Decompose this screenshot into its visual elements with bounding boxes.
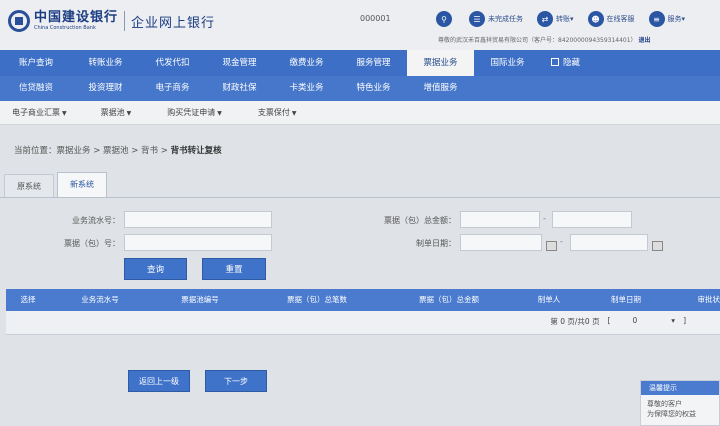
back-button[interactable]: 返回上一级 (128, 370, 190, 392)
bill-no-label: 票据（包）号： (64, 239, 120, 248)
checkbox-icon (551, 58, 559, 66)
serial-label: 业务流水号： (72, 216, 120, 225)
next-button[interactable]: 下一步 (205, 370, 267, 392)
amount-min-input[interactable] (460, 211, 540, 228)
date-end-input[interactable] (570, 234, 648, 251)
chevron-down-icon: ▾ (681, 15, 686, 23)
page-info: 第 0 页/共0 页 (550, 317, 600, 326)
tool-transfer[interactable]: ⇄ 转账 ▾ (537, 11, 574, 27)
col-select: 选择 (20, 295, 36, 304)
bank-name: 中国建设银行 (34, 9, 119, 25)
bill-no-input[interactable] (124, 234, 272, 251)
chevron-down-icon: ▾ (570, 15, 574, 23)
subnav-e-bill[interactable]: 电子商业汇票 ▼ (0, 101, 79, 124)
col-total-amount: 票据（包）总金额 (419, 295, 479, 304)
col-serial: 业务流水号 (81, 295, 119, 304)
date-label: 制单日期： (416, 239, 456, 248)
user-info: 尊敬的武汉禾百鑫祥贸易有限公司（客户号：8420000094359314401）… (438, 37, 651, 44)
tool-label: 转账 (556, 15, 570, 23)
document-icon: ☰ (469, 11, 485, 27)
nav-value-added[interactable]: 增值服务 (407, 76, 474, 101)
breadcrumb: 当前位置：票据业务 > 票据池 > 背书 > 背书转让复核 (14, 146, 222, 156)
chevron-down-icon: ▼ (126, 110, 132, 117)
breadcrumb-current: 背书转让复核 (170, 146, 222, 156)
menu-icon: ≡ (648, 11, 665, 27)
date-start-input[interactable] (460, 234, 542, 251)
range-separator: - (560, 237, 563, 246)
header-tools: ⚲ ☰ 未完成任务 ⇄ 转账 ▾ ☻ 在线客服 ≡ 服务 ▾ (436, 11, 699, 27)
reset-button[interactable]: 重置 (202, 258, 266, 280)
tool-search[interactable]: ⚲ (436, 11, 455, 27)
subnav-bill-pool[interactable]: 票据池 ▼ (89, 101, 144, 124)
col-approval-status: 审批状 (697, 295, 720, 304)
nav-international[interactable]: 国际业务 (474, 50, 541, 76)
chevron-down-icon: ▼ (291, 110, 297, 117)
bank-logo: 中国建设银行 China Construction Bank 企业网上银行 (8, 10, 215, 32)
session-id: 000001 (360, 14, 391, 23)
product-name: 企业网上银行 (131, 15, 216, 31)
tips-title: 温馨提示 (641, 381, 719, 395)
query-button[interactable]: 查询 (124, 258, 187, 280)
range-separator: - (543, 214, 546, 223)
sub-nav: 电子商业汇票 ▼ 票据池 ▼ 购买凭证申请 ▼ 支票保付 ▼ (0, 101, 720, 125)
col-creator: 制单人 (537, 295, 561, 304)
tips-line-2: 为保障您的权益 (647, 410, 696, 418)
chevron-down-icon[interactable]: ▾ (671, 316, 675, 327)
nav-cash-management[interactable]: 现金管理 (206, 50, 273, 76)
amount-label: 票据（包）总金额： (384, 216, 456, 225)
header: 中国建设银行 China Construction Bank 企业网上银行 00… (0, 0, 720, 50)
tab-old-system[interactable]: 原系统 (4, 174, 54, 198)
system-tabs: 原系统 新系统 (4, 172, 110, 198)
tool-online-service[interactable]: ☻ 在线客服 (587, 11, 635, 27)
nav-hide-toggle[interactable]: 隐藏 (541, 50, 608, 76)
subnav-voucher-application[interactable]: 购买凭证申请 ▼ (155, 101, 234, 124)
ccb-logo-icon (8, 10, 30, 32)
nav-account-query[interactable]: 账户查询 (0, 50, 72, 76)
nav-card-business[interactable]: 卡类业务 (273, 76, 340, 101)
tab-new-system[interactable]: 新系统 (57, 172, 107, 198)
nav-transfer[interactable]: 转账业务 (72, 50, 139, 76)
col-create-date: 制单日期 (611, 295, 641, 304)
main-nav: 账户查询 转账业务 代发代扣 现金管理 缴费业务 服务管理 票据业务 国际业务 … (0, 50, 720, 76)
nav-payment[interactable]: 缴费业务 (273, 50, 340, 76)
tool-service-menu[interactable]: ≡ 服务 ▾ (648, 11, 686, 27)
page-number-input[interactable]: 0 (633, 316, 638, 327)
chevron-down-icon: ▼ (217, 110, 222, 117)
query-form: 业务流水号： 票据（包）号： 票据（包）总金额： - 制单日期： - 查询 重置 (0, 198, 720, 288)
calendar-icon[interactable] (546, 241, 557, 251)
chevron-down-icon: ▼ (62, 110, 67, 117)
col-pool-no: 票据池编号 (181, 295, 219, 304)
amount-max-input[interactable] (552, 211, 632, 228)
tool-label: 服务 (667, 15, 682, 23)
tips-panel: 温馨提示 尊敬的客户 为保障您的权益 (640, 380, 720, 426)
nav-payroll[interactable]: 代发代扣 (139, 50, 206, 76)
serial-input[interactable] (124, 211, 272, 228)
transfer-icon: ⇄ (537, 11, 553, 27)
nav-featured[interactable]: 特色业务 (340, 76, 407, 101)
search-icon: ⚲ (436, 11, 452, 27)
tool-label: 在线客服 (606, 15, 635, 23)
tips-line-1: 尊敬的客户 (647, 400, 682, 408)
calendar-icon[interactable] (652, 241, 663, 251)
nav-service-management[interactable]: 服务管理 (340, 50, 407, 76)
bank-name-en: China Construction Bank (34, 24, 96, 31)
subnav-check-guarantee[interactable]: 支票保付 ▼ (246, 101, 309, 124)
secondary-nav: 信贷融资 投资理财 电子商务 财政社保 卡类业务 特色业务 增值服务 (0, 76, 720, 101)
pager: 第 0 页/共0 页 [ 0 ▾ ] (550, 316, 686, 327)
col-total-count: 票据（包）总笔数 (287, 295, 347, 304)
logout-link[interactable]: 退出 (638, 37, 650, 44)
results-table-header: 选择 业务流水号 票据池编号 票据（包）总笔数 票据（包）总金额 制单人 制单日… (6, 289, 720, 311)
nav-investment[interactable]: 投资理财 (72, 76, 139, 101)
nav-ecommerce[interactable]: 电子商务 (139, 76, 206, 101)
tool-label: 未完成任务 (488, 15, 523, 23)
user-icon: ☻ (587, 11, 604, 27)
nav-credit-financing[interactable]: 信贷融资 (0, 76, 72, 101)
nav-bill-business[interactable]: 票据业务 (407, 50, 474, 76)
tool-pending-tasks[interactable]: ☰ 未完成任务 (469, 11, 523, 27)
nav-social-security[interactable]: 财政社保 (206, 76, 273, 101)
